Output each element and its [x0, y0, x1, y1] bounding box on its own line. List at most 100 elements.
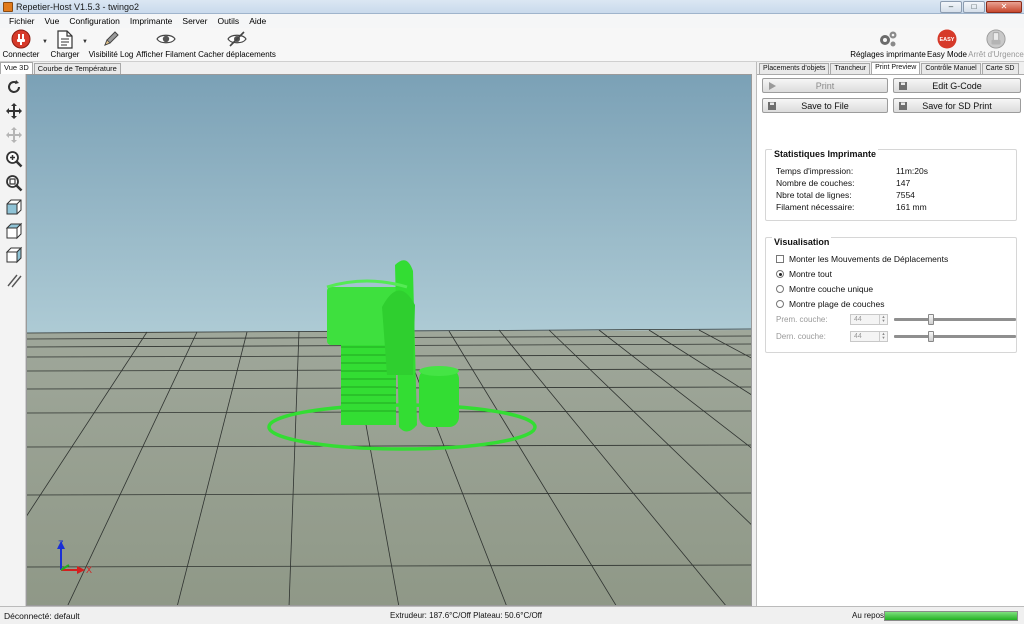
- show-travel-label: Monter les Mouvements de Déplacements: [789, 254, 949, 264]
- stat-lines-value: 7554: [896, 190, 915, 200]
- last-layer-stepper[interactable]: 44 ▲ ▼: [850, 331, 888, 342]
- eye-crossed-icon: [227, 30, 247, 48]
- right-panel: Placements d'objets Trancheur Print Prev…: [756, 62, 1024, 606]
- parallel-projection-icon[interactable]: [4, 271, 23, 290]
- save-for-sd-label: Save for SD Print: [922, 100, 992, 111]
- menu-server[interactable]: Server: [177, 16, 212, 26]
- tab-manual-control[interactable]: Contrôle Manuel: [921, 63, 981, 74]
- easy-mode-label: Easy Mode: [926, 50, 968, 59]
- tab-3d-view[interactable]: Vue 3D: [0, 62, 33, 74]
- tab-slicer[interactable]: Trancheur: [830, 63, 871, 74]
- load-dropdown-icon[interactable]: ▼: [82, 39, 88, 45]
- edit-gcode-label: Edit G-Code: [932, 80, 982, 91]
- load-button[interactable]: Charger: [48, 28, 82, 62]
- show-all-radio[interactable]: Montre tout: [776, 269, 832, 279]
- tab-print-preview[interactable]: Print Preview: [871, 62, 921, 74]
- printer-settings-button[interactable]: Réglages imprimante: [850, 28, 926, 62]
- window-controls: – □ ✕: [940, 1, 1022, 13]
- status-bar: Déconnecté: default Extrudeur: 187.6°C/O…: [0, 606, 1024, 624]
- menu-fichier[interactable]: Fichier: [4, 16, 40, 26]
- save-disk-icon: [768, 102, 776, 110]
- hide-travel-label: Cacher déplacements: [198, 50, 276, 59]
- stat-layers-label: Nombre de couches:: [776, 178, 855, 188]
- last-layer-label: Dern. couche:: [776, 332, 826, 341]
- menu-configuration[interactable]: Configuration: [64, 16, 125, 26]
- tab-temperature-curve[interactable]: Courbe de Température: [33, 63, 121, 74]
- menu-aide[interactable]: Aide: [244, 16, 271, 26]
- front-view-cube-icon[interactable]: [4, 197, 23, 216]
- log-visibility-button[interactable]: Visibilité Log: [89, 28, 133, 62]
- radio[interactable]: [776, 285, 784, 293]
- printer-state: Au repos: [852, 611, 885, 620]
- zoom-fit-icon[interactable]: [4, 173, 23, 192]
- statistics-title: Statistiques Imprimante: [772, 149, 879, 159]
- menu-vue[interactable]: Vue: [40, 16, 65, 26]
- play-icon: [769, 82, 776, 90]
- move-icon[interactable]: [4, 101, 23, 120]
- stat-lines-label: Nbre total de lignes:: [776, 190, 852, 200]
- save-to-file-button[interactable]: Save to File: [762, 98, 888, 113]
- easy-mode-button[interactable]: EASY Easy Mode: [927, 28, 967, 62]
- single-layer-radio[interactable]: Montre couche unique: [776, 284, 873, 294]
- tab-object-placement[interactable]: Placements d'objets: [759, 63, 830, 74]
- stat-print-time-value: 11m:20s: [896, 166, 928, 176]
- 3d-viewport[interactable]: Z X: [26, 74, 752, 606]
- connect-button[interactable]: Connecter: [2, 28, 40, 62]
- app-icon: [3, 1, 13, 12]
- printer-statistics-group: Statistiques Imprimante Temps d'impressi…: [765, 149, 1017, 221]
- title-bar: Repetier-Host V1.5.3 - twingo2 – □ ✕: [0, 0, 1024, 14]
- show-filament-button[interactable]: Afficher Filament: [136, 28, 196, 62]
- menu-outils[interactable]: Outils: [212, 16, 244, 26]
- radio[interactable]: [776, 300, 784, 308]
- top-view-cube-icon[interactable]: [4, 221, 23, 240]
- layer-range-radio[interactable]: Montre plage de couches: [776, 299, 884, 309]
- load-label: Charger: [50, 50, 80, 59]
- gears-icon: [878, 30, 898, 48]
- emergency-stop-label: Arrêt d'Urgence: [968, 50, 1024, 59]
- emergency-stop-icon: [986, 29, 1006, 49]
- checkbox[interactable]: [776, 255, 784, 263]
- last-layer-value: 44: [854, 333, 862, 340]
- stepper-down-icon[interactable]: ▼: [880, 336, 887, 340]
- first-layer-slider[interactable]: [894, 314, 1016, 325]
- first-layer-stepper[interactable]: 44 ▲ ▼: [850, 314, 888, 325]
- show-all-label: Montre tout: [789, 269, 832, 279]
- last-layer-slider[interactable]: [894, 331, 1016, 342]
- slider-handle[interactable]: [928, 331, 934, 342]
- zoom-in-icon[interactable]: [4, 149, 23, 168]
- minimize-button[interactable]: –: [940, 1, 962, 13]
- view-tabs: Vue 3D Courbe de Température: [0, 62, 756, 74]
- stepper-down-icon[interactable]: ▼: [880, 319, 887, 323]
- connection-status: Déconnecté: default: [4, 611, 80, 621]
- hide-travel-button[interactable]: Cacher déplacements: [198, 28, 276, 62]
- stat-filament-value: 161 mm: [896, 202, 927, 212]
- maximize-button[interactable]: □: [963, 1, 985, 13]
- print-button[interactable]: Print: [762, 78, 888, 93]
- show-travel-checkbox[interactable]: Monter les Mouvements de Déplacements: [776, 254, 948, 264]
- 3d-scene: Z X: [27, 75, 751, 605]
- visualization-group: Visualisation Monter les Mouvements de D…: [765, 237, 1017, 353]
- close-button[interactable]: ✕: [986, 1, 1022, 13]
- menu-bar: Fichier Vue Configuration Imprimante Ser…: [0, 14, 1024, 28]
- eye-icon: [156, 30, 176, 48]
- radio-selected[interactable]: [776, 270, 784, 278]
- pencil-icon: [101, 30, 121, 48]
- save-disk-icon: [899, 102, 907, 110]
- stepper-arrows[interactable]: ▲ ▼: [879, 332, 887, 341]
- menu-imprimante[interactable]: Imprimante: [125, 16, 178, 26]
- stat-filament-label: Filament nécessaire:: [776, 202, 855, 212]
- edit-gcode-button[interactable]: Edit G-Code: [893, 78, 1021, 93]
- rotate-icon[interactable]: [4, 77, 23, 96]
- move-object-icon[interactable]: [4, 125, 23, 144]
- log-visibility-label: Visibilité Log: [88, 50, 134, 59]
- window-title: Repetier-Host V1.5.3 - twingo2: [16, 1, 140, 12]
- side-view-cube-icon[interactable]: [4, 245, 23, 264]
- tab-sd-card[interactable]: Carte SD: [981, 63, 1019, 74]
- emergency-stop-button[interactable]: Arrêt d'Urgence: [968, 28, 1024, 62]
- stepper-arrows[interactable]: ▲ ▼: [879, 315, 887, 324]
- single-layer-label: Montre couche unique: [789, 284, 874, 294]
- visualization-title: Visualisation: [772, 237, 832, 247]
- slider-handle[interactable]: [928, 314, 934, 325]
- stat-layers-value: 147: [896, 178, 911, 188]
- save-for-sd-button[interactable]: Save for SD Print: [893, 98, 1021, 113]
